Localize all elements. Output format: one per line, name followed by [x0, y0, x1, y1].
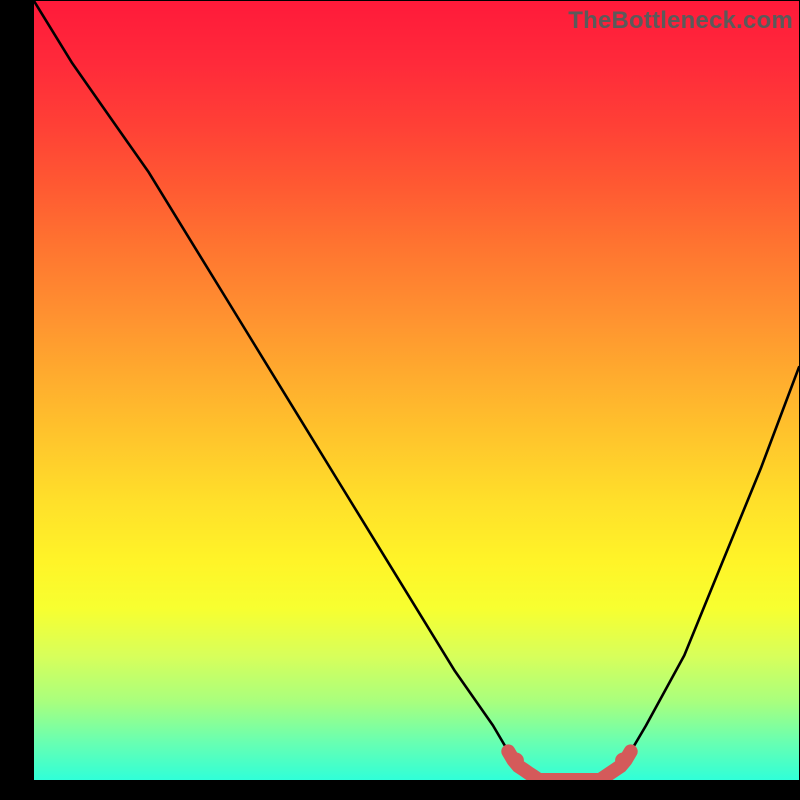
bottleneck-curve [34, 1, 799, 780]
sweet-spot-band [508, 751, 630, 780]
sweet-spot-start-dot [508, 753, 524, 769]
plot-area: TheBottleneck.com [34, 1, 799, 780]
chart-stage: TheBottleneck.com [0, 0, 800, 800]
curve-layer [34, 1, 799, 780]
sweet-spot-end-dot [615, 753, 631, 769]
